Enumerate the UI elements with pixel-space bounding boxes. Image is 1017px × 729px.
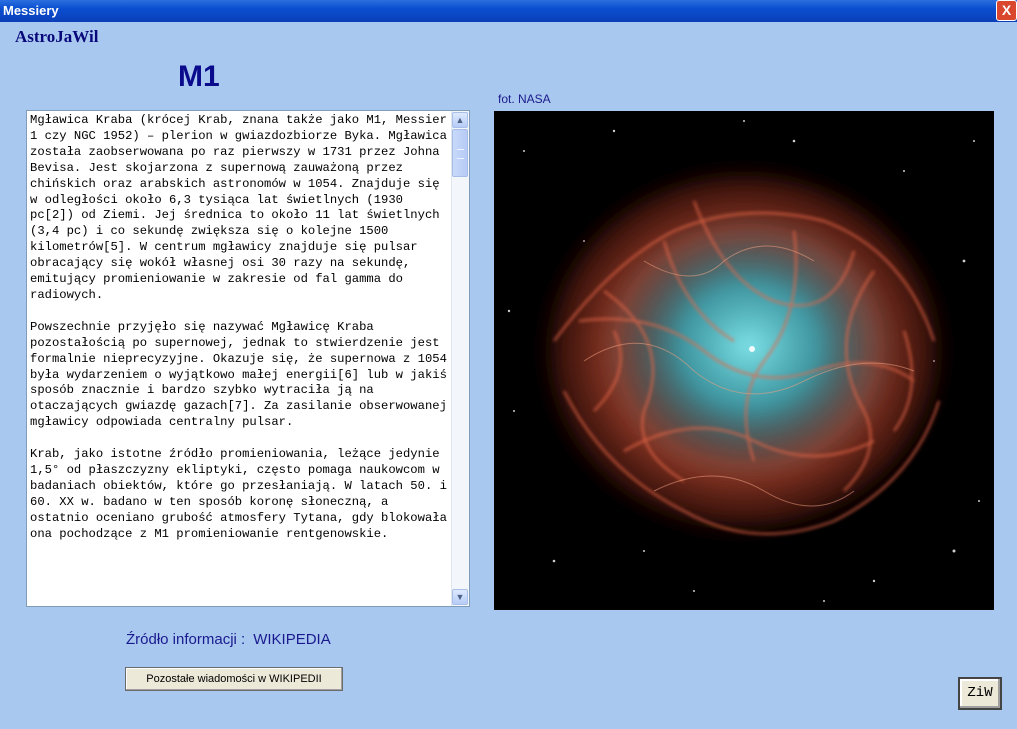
- scroll-thumb[interactable]: [452, 129, 468, 177]
- source-label: Źródło informacji :: [126, 631, 246, 648]
- crab-nebula-image: [494, 111, 994, 610]
- object-heading: M1: [178, 60, 220, 93]
- nebula-photo: [494, 111, 994, 610]
- title-bar: Messiery X: [0, 0, 1017, 22]
- close-button[interactable]: X: [996, 0, 1017, 21]
- source-value: WIKIPEDIA: [253, 631, 331, 648]
- description-textbox[interactable]: Mgławica Kraba (krócej Krab, znana także…: [26, 110, 470, 607]
- vertical-scrollbar[interactable]: ▲ ▼: [451, 111, 469, 606]
- ziw-button[interactable]: ZiW: [958, 677, 1002, 710]
- window-title: Messiery: [3, 3, 59, 18]
- source-info: Źródło informacji : WIKIPEDIA: [126, 631, 331, 648]
- app-brand: AstroJaWil: [15, 27, 99, 46]
- description-text: Mgławica Kraba (krócej Krab, znana także…: [30, 113, 447, 541]
- more-wikipedia-button[interactable]: Pozostałe wiadomości w WIKIPEDII: [125, 667, 343, 691]
- scroll-up-button[interactable]: ▲: [452, 112, 468, 128]
- photo-credit: fot. NASA: [498, 92, 551, 106]
- scroll-down-button[interactable]: ▼: [452, 589, 468, 605]
